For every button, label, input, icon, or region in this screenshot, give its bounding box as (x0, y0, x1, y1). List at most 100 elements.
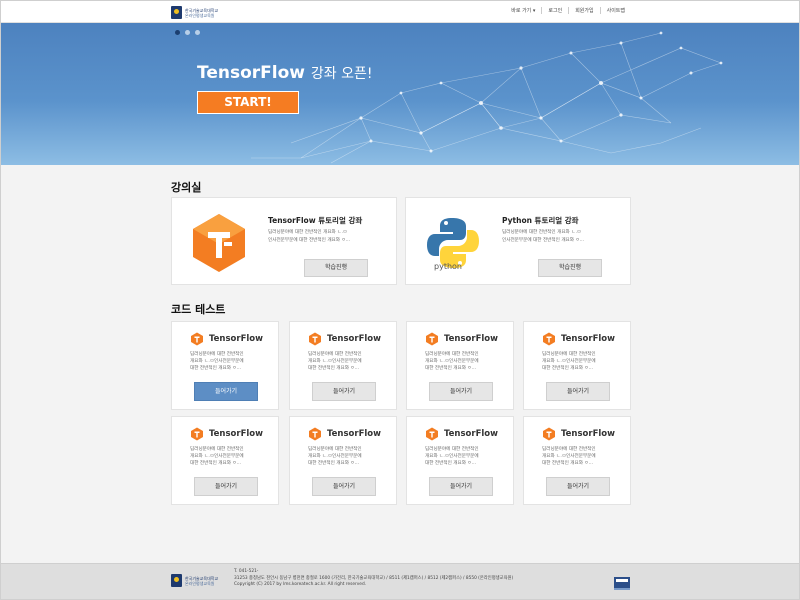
slide-dot[interactable] (195, 30, 200, 35)
code-test-card: TensorFlow 딥러닝분야에 대한 전반적인개요와 ㄴ.ㅁ인사전문부문에대한… (171, 321, 279, 410)
card-desc-line: 개요와 ㄴ.ㅁ인사전문부문에 (542, 454, 596, 459)
enter-button[interactable]: 들어가기 (194, 382, 258, 401)
card-description: 딥러닝분야에 대한 전반적인 개요와 ㄴ.ㅁ인사전문부문에 대한 전반적인 개요와 … (190, 446, 274, 467)
start-button[interactable]: START! (197, 91, 299, 114)
card-desc-line: 딥러닝분야에 대한 전반적인 (190, 352, 244, 357)
card-desc-line: 대한 전반적인 개요와 ㅇ... (308, 366, 360, 371)
card-description: 딥러닝분야에 대한 전반적인개요와 ㄴ.ㅁ인사전문부문에대한 전반적인 개요와 … (308, 446, 392, 467)
card-desc-line: 대한 전반적인 개요와 ㅇ... (425, 366, 477, 371)
lecture-desc-line: 인사전문부문에 대한 전반적인 개요와 ㅇ... (268, 238, 351, 243)
card-desc-line: 대한 전반적인 개요와 ㅇ... (542, 366, 594, 371)
enter-button[interactable]: 들어가기 (429, 382, 493, 401)
card-desc-line: 대한 전반적인 개요와 ㅇ... (542, 461, 594, 466)
card-description: 딥러닝분야에 대한 전반적인개요와 ㄴ.ㅁ인사전문부문에대한 전반적인 개요와 … (308, 351, 392, 372)
card-name: TensorFlow (561, 429, 615, 439)
slide-dot[interactable] (185, 30, 190, 35)
card-name: TensorFlow (327, 429, 381, 439)
slide-indicator (175, 30, 200, 35)
code-test-card: TensorFlow 딥러닝분야에 대한 전반적인개요와 ㄴ.ㅁ인사전문부문에대한… (289, 416, 397, 505)
start-learning-button[interactable]: 학습진행 (304, 259, 368, 277)
footer-logo-line2: 온라인평생교육원 (185, 580, 215, 586)
code-test-card: TensorFlow 딥러닝분야에 대한 전반적인개요와 ㄴ.ㅁ인사전문부문에대한… (406, 321, 514, 410)
tensorflow-icon (543, 332, 555, 346)
card-description: 딥러닝분야에 대한 전반적인개요와 ㄴ.ㅁ인사전문부문에대한 전반적인 개요와 … (190, 351, 274, 372)
tensorflow-icon (309, 332, 321, 346)
page: 한국기술교육대학교 온라인평생교육원 바로 가기 ▾ 로그인 회원가입 사이트맵 (0, 0, 800, 600)
start-learning-button[interactable]: 학습진행 (538, 259, 602, 277)
card-desc-line: 대한 전반적인 개요와 ㅇ... (190, 461, 242, 466)
card-desc-line: 개요와 ㄴ.ㅁ인사전문부문에 (190, 359, 244, 364)
tensorflow-icon (191, 332, 203, 346)
card-desc-line: 딥러닝분야에 대한 전반적인 (308, 352, 362, 357)
lecture-card-python: python Python 튜토리얼 강좌 딥러닝분야에 대한 전반적인 개요와… (405, 197, 631, 285)
nav-signup[interactable]: 회원가입 (568, 7, 599, 14)
footer-logo[interactable]: 한국기술교육대학교 온라인평생교육원 (171, 574, 218, 587)
code-test-card: TensorFlow 딥러닝분야에 대한 전반적인 개요와 ㄴ.ㅁ인사전문부문에 대한… (523, 416, 631, 505)
hero-banner: TensorFlow 강좌 오픈! START! (1, 23, 799, 165)
tensorflow-icon (426, 427, 438, 441)
card-name: TensorFlow (561, 334, 615, 344)
card-desc-line: 개요와 ㄴ.ㅁ인사전문부문에 (542, 359, 596, 364)
card-name: TensorFlow (444, 429, 498, 439)
card-desc-line: 개요와 ㄴ.ㅁ인사전문부문에 (425, 454, 479, 459)
code-test-card: TensorFlow 딥러닝분야에 대한 전반적인 개요와 ㄴ.ㅁ인사전문부문에 대한… (406, 416, 514, 505)
card-desc-line: 대한 전반적인 개요와 ㅇ... (308, 461, 360, 466)
card-desc-line: 딥러닝분야에 대한 전반적인 (190, 447, 244, 452)
card-desc-line: 딥러닝분야에 대한 전반적인 (425, 352, 479, 357)
tensorflow-icon (191, 427, 203, 441)
card-desc-line: 딥러닝분야에 대한 전반적인 (308, 447, 362, 452)
enter-button[interactable]: 들어가기 (194, 477, 258, 496)
tensorflow-icon (426, 332, 438, 346)
card-desc-line: 딥러닝분야에 대한 전반적인 (542, 352, 596, 357)
enter-button[interactable]: 들어가기 (312, 477, 376, 496)
nav-quick-links[interactable]: 바로 가기 ▾ (505, 7, 541, 14)
lecture-description: 딥러닝분야에 대한 전반적인 개요와 ㄴ.ㅁ 인사전문부문에 대한 전반적인 개… (268, 229, 392, 245)
nav-sitemap[interactable]: 사이트맵 (599, 7, 631, 14)
lecture-section-title: 강의실 (171, 181, 202, 194)
card-desc-line: 개요와 ㄴ.ㅁ인사전문부문에 (308, 454, 362, 459)
tensorflow-icon (543, 427, 555, 441)
lecture-desc-line: 딥러닝분야에 대한 전반적인 개요와 ㄴ.ㅁ (502, 230, 582, 235)
enter-button[interactable]: 들어가기 (546, 382, 610, 401)
logo-text-line2: 온라인평생교육원 (185, 12, 215, 18)
top-nav: 바로 가기 ▾ 로그인 회원가입 사이트맵 (505, 7, 631, 14)
lecture-card-tensorflow: TensorFlow 튜토리얼 강좌 딥러닝분야에 대한 전반적인 개요와 ㄴ.… (171, 197, 397, 285)
hero-title-sub: 강좌 오픈! (310, 66, 373, 82)
python-logo-text: python (434, 262, 462, 271)
lecture-desc-line: 딥러닝분야에 대한 전반적인 개요와 ㄴ.ㅁ (268, 230, 348, 235)
top-header: 한국기술교육대학교 온라인평생교육원 바로 가기 ▾ 로그인 회원가입 사이트맵 (1, 1, 799, 23)
tensorflow-icon (309, 427, 321, 441)
footer-info: T. 041-521- 31253 충청남도 천안시 동남구 병천면 충절로 1… (234, 569, 513, 589)
nav-login[interactable]: 로그인 (541, 7, 568, 14)
hero-title: TensorFlow 강좌 오픈! (197, 63, 373, 83)
hero-title-main: TensorFlow (197, 63, 305, 83)
lecture-description: 딥러닝분야에 대한 전반적인 개요와 ㄴ.ㅁ 인사전문부문에 대한 전반적인 개… (502, 229, 626, 245)
university-emblem-icon (171, 574, 182, 587)
card-description: 딥러닝분야에 대한 전반적인 개요와 ㄴ.ㅁ인사전문부문에 대한 전반적인 개요와 … (425, 446, 509, 467)
card-name: TensorFlow (327, 334, 381, 344)
enter-button[interactable]: 들어가기 (429, 477, 493, 496)
card-description: 딥러닝분야에 대한 전반적인 개요와 ㄴ.ㅁ인사전문부문에 대한 전반적인 개요와 … (542, 446, 626, 467)
card-desc-line: 개요와 ㄴ.ㅁ인사전문부문에 (308, 359, 362, 364)
lecture-title: Python 튜토리얼 강좌 (502, 216, 579, 225)
code-test-section-title: 코드 테스트 (171, 303, 226, 316)
card-desc-line: 대한 전반적인 개요와 ㅇ... (190, 366, 242, 371)
footer: 한국기술교육대학교 온라인평생교육원 T. 041-521- 31253 충청남… (1, 563, 799, 599)
code-test-card: TensorFlow 딥러닝분야에 대한 전반적인 개요와 ㄴ.ㅁ인사전문부문에 대한… (171, 416, 279, 505)
lecture-title: TensorFlow 튜토리얼 강좌 (268, 216, 363, 225)
network-background-graphic (251, 31, 723, 164)
lecture-desc-line: 인사전문부문에 대한 전반적인 개요와 ㅇ... (502, 238, 585, 243)
card-name: TensorFlow (444, 334, 498, 344)
slide-dot[interactable] (175, 30, 180, 35)
enter-button[interactable]: 들어가기 (546, 477, 610, 496)
enter-button[interactable]: 들어가기 (312, 382, 376, 401)
card-name: TensorFlow (209, 429, 263, 439)
card-name: TensorFlow (209, 334, 263, 344)
card-description: 딥러닝분야에 대한 전반적인개요와 ㄴ.ㅁ인사전문부문에대한 전반적인 개요와 … (542, 351, 626, 372)
site-logo[interactable]: 한국기술교육대학교 온라인평생교육원 (171, 5, 218, 20)
footer-copyright: Copyright (C) 2017 by lms.koreatech.ac.k… (234, 582, 367, 587)
tensorflow-logo-icon (193, 214, 245, 272)
card-desc-line: 개요와 ㄴ.ㅁ인사전문부문에 (425, 359, 479, 364)
card-desc-line: 딥러닝분야에 대한 전반적인 (425, 447, 479, 452)
certification-mark-icon (614, 577, 630, 590)
